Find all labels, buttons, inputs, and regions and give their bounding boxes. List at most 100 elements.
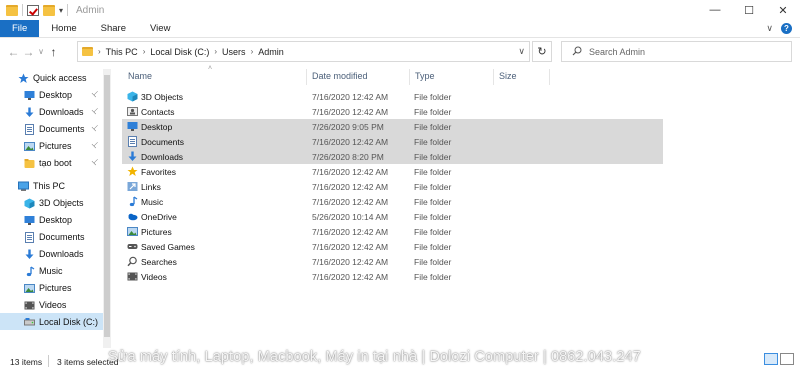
column-header-date[interactable]: Date modified bbox=[312, 69, 407, 83]
file-type: File folder bbox=[414, 136, 452, 147]
nav-item[interactable]: Documents ⊥ bbox=[0, 120, 103, 137]
nav-item[interactable]: Music bbox=[0, 262, 103, 279]
file-list: ˄ Name Date modified Type Size 3D Object… bbox=[113, 65, 800, 348]
table-row[interactable]: OneDrive 5/26/2020 10:14 AM File folder bbox=[122, 209, 663, 224]
file-date: 5/26/2020 10:14 AM bbox=[312, 211, 389, 222]
nav-item-label: Desktop bbox=[39, 89, 73, 100]
breadcrumb-this-pc[interactable]: This PC bbox=[106, 47, 138, 57]
chevron-right-icon[interactable]: › bbox=[214, 47, 217, 56]
tab-file[interactable]: File bbox=[0, 20, 40, 37]
table-row[interactable]: Documents 7/16/2020 12:42 AM File folder bbox=[122, 134, 663, 149]
table-row[interactable]: 3D Objects 7/16/2020 12:42 AM File folder bbox=[122, 89, 663, 104]
close-button[interactable]: ✕ bbox=[766, 0, 800, 20]
desktop-icon bbox=[24, 90, 35, 100]
expand-ribbon-icon[interactable]: ∨ bbox=[766, 23, 773, 34]
nav-item[interactable]: Downloads ⊥ bbox=[0, 103, 103, 120]
chevron-down-icon[interactable]: ∨ bbox=[518, 46, 525, 57]
table-row[interactable]: Searches 7/16/2020 12:42 AM File folder bbox=[122, 254, 663, 269]
scrollbar-thumb[interactable] bbox=[104, 75, 110, 337]
navigation-scrollbar[interactable] bbox=[103, 69, 111, 348]
new-folder-icon[interactable] bbox=[43, 4, 55, 16]
breadcrumb-local-disk[interactable]: Local Disk (C:) bbox=[150, 47, 209, 57]
table-row[interactable]: Videos 7/16/2020 12:42 AM File folder bbox=[122, 269, 663, 284]
column-header-size[interactable]: Size bbox=[499, 69, 559, 83]
onedrive-icon bbox=[127, 211, 138, 222]
properties-icon[interactable] bbox=[27, 4, 39, 16]
window-title: Admin bbox=[76, 4, 105, 16]
nav-item[interactable]: Desktop ⊥ bbox=[0, 86, 103, 103]
nav-item[interactable]: This PC bbox=[0, 177, 103, 194]
file-name: OneDrive bbox=[141, 211, 177, 222]
divider bbox=[409, 69, 410, 85]
table-row[interactable]: Saved Games 7/16/2020 12:42 AM File folder bbox=[122, 239, 663, 254]
tab-home[interactable]: Home bbox=[39, 20, 88, 37]
file-type: File folder bbox=[414, 151, 452, 162]
divider bbox=[306, 69, 307, 85]
watermark: Sửa máy tính, Laptop, Macbook, Máy in tạ… bbox=[108, 349, 641, 365]
tab-share[interactable]: Share bbox=[89, 20, 138, 37]
tab-view[interactable]: View bbox=[138, 20, 182, 37]
table-row[interactable]: Links 7/16/2020 12:42 AM File folder bbox=[122, 179, 663, 194]
saved-games-icon bbox=[127, 241, 138, 252]
back-arrow-icon[interactable]: ← bbox=[6, 45, 21, 59]
item-count: 13 items bbox=[10, 357, 43, 367]
table-row[interactable]: Music 7/16/2020 12:42 AM File folder bbox=[122, 194, 663, 209]
breadcrumb-admin[interactable]: Admin bbox=[258, 47, 284, 57]
file-type: File folder bbox=[414, 121, 452, 132]
file-type: File folder bbox=[414, 91, 452, 102]
details-view-button[interactable] bbox=[764, 353, 778, 365]
table-row[interactable]: Downloads 7/26/2020 8:20 PM File folder bbox=[122, 149, 663, 164]
breadcrumb-users[interactable]: Users bbox=[222, 47, 246, 57]
divider bbox=[493, 69, 494, 85]
search-box[interactable]: Search Admin bbox=[561, 41, 792, 62]
nav-item[interactable]: tạo boot ⊥ bbox=[0, 154, 103, 171]
file-date: 7/16/2020 12:42 AM bbox=[312, 91, 389, 102]
title-bar: ▾ Admin — ☐ ✕ bbox=[0, 0, 800, 20]
folder-icon bbox=[24, 158, 35, 168]
table-row[interactable]: Contacts 7/16/2020 12:42 AM File folder bbox=[122, 104, 663, 119]
help-icon[interactable]: ? bbox=[781, 23, 792, 34]
videos-icon bbox=[24, 300, 35, 310]
file-name: Desktop bbox=[141, 121, 173, 132]
column-header-type[interactable]: Type bbox=[415, 69, 495, 83]
address-bar[interactable]: › This PC › Local Disk (C:) › Users › Ad… bbox=[77, 41, 530, 62]
forward-arrow-icon[interactable]: → bbox=[21, 45, 36, 59]
file-name: Searches bbox=[141, 256, 177, 267]
nav-item[interactable]: Desktop bbox=[0, 211, 103, 228]
large-icons-view-button[interactable] bbox=[780, 353, 794, 365]
nav-item[interactable]: Videos bbox=[0, 296, 103, 313]
recent-locations-icon[interactable]: ∨ bbox=[36, 47, 46, 56]
nav-item[interactable]: Downloads bbox=[0, 245, 103, 262]
nav-item[interactable]: Local Disk (C:) bbox=[0, 313, 103, 330]
nav-item-label: Quick access bbox=[33, 72, 87, 83]
nav-item[interactable]: Pictures ⊥ bbox=[0, 137, 103, 154]
table-row[interactable]: Favorites 7/16/2020 12:42 AM File folder bbox=[122, 164, 663, 179]
nav-item[interactable]: 3D Objects bbox=[0, 194, 103, 211]
file-name: Pictures bbox=[141, 226, 172, 237]
table-row[interactable]: Desktop 7/26/2020 9:05 PM File folder bbox=[122, 119, 663, 134]
nav-item[interactable]: Documents bbox=[0, 228, 103, 245]
up-arrow-icon[interactable]: ↑ bbox=[46, 45, 61, 59]
customize-toolbar-icon[interactable]: ▾ bbox=[59, 6, 63, 15]
nav-item-label: Videos bbox=[39, 299, 67, 310]
column-header-name[interactable]: Name bbox=[128, 69, 308, 83]
folder-icon bbox=[82, 47, 93, 56]
table-row[interactable]: Pictures 7/16/2020 12:42 AM File folder bbox=[122, 224, 663, 239]
chevron-right-icon[interactable]: › bbox=[143, 47, 146, 56]
chevron-right-icon[interactable]: › bbox=[251, 47, 254, 56]
videos-icon bbox=[127, 271, 138, 282]
file-type: File folder bbox=[414, 271, 452, 282]
file-name: Videos bbox=[141, 271, 167, 282]
nav-item[interactable]: Pictures bbox=[0, 279, 103, 296]
search-icon bbox=[572, 46, 582, 58]
maximize-button[interactable]: ☐ bbox=[732, 0, 766, 20]
nav-item[interactable]: Quick access bbox=[0, 69, 103, 86]
file-date: 7/26/2020 9:05 PM bbox=[312, 121, 384, 132]
chevron-right-icon[interactable]: › bbox=[98, 47, 101, 56]
minimize-button[interactable]: — bbox=[698, 0, 732, 20]
pictures-icon bbox=[24, 283, 35, 293]
3d-objects-icon bbox=[127, 91, 138, 102]
refresh-button[interactable]: ↻ bbox=[532, 41, 552, 62]
file-date: 7/16/2020 12:42 AM bbox=[312, 136, 389, 147]
quick-access-toolbar: ▾ bbox=[0, 4, 69, 16]
